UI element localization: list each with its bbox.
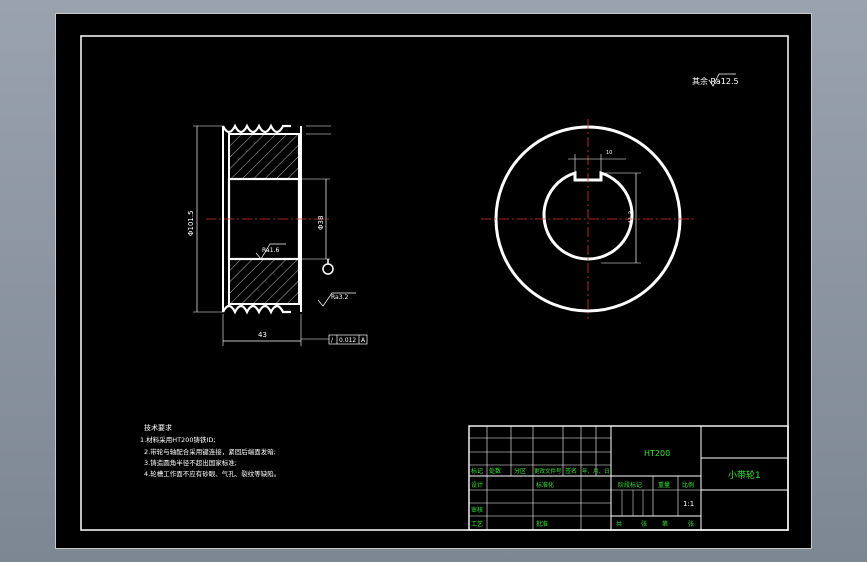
bore-finish: Ra1.6: [262, 247, 279, 254]
upper-grooves: [222, 123, 291, 134]
datum-symbol: [322, 263, 334, 275]
pulley-front-view: 10 41.3: [481, 119, 696, 319]
svg-text:0.012: 0.012: [339, 337, 356, 344]
svg-text:张: 张: [688, 520, 694, 528]
tech-req-heading: 技术要求: [144, 423, 172, 432]
svg-text:比例: 比例: [682, 481, 694, 489]
tolerance-frame: / 0.012 A: [301, 334, 368, 345]
svg-text:A: A: [361, 337, 366, 344]
keyway-depth-dim: 41.3: [628, 210, 635, 224]
outer-diameter-dim: Φ101.5: [187, 210, 195, 236]
cad-viewport[interactable]: 其余 Ra12.5 Φ101.5 Φ38 Ra1.6 Ra3.2 43 / 0.…: [55, 13, 812, 549]
svg-text:标记: 标记: [471, 467, 483, 475]
tech-req-item: 4.轮槽工作面不应有砂眼、气孔、裂纹等缺陷。: [144, 469, 280, 478]
width-dim: 43: [258, 331, 267, 339]
svg-text:处数: 处数: [489, 467, 501, 475]
svg-text:设计: 设计: [471, 481, 483, 489]
pulley-section-view: Φ101.5 Φ38 Ra1.6 Ra3.2 43 / 0.012 A: [187, 123, 368, 346]
bore-diameter-dim: Φ38: [317, 216, 325, 230]
svg-text:/: /: [331, 337, 334, 344]
scale-value: 1:1: [683, 500, 694, 508]
tech-req-item: 2.带轮与轴配合采用键连接，紧固后端面发暗;: [144, 447, 276, 456]
lower-grooves: [222, 304, 291, 315]
svg-text:标准化: 标准化: [536, 481, 554, 489]
tech-req-item: 3.铸造圆角半径不超出国家标准;: [144, 458, 237, 467]
svg-text:年、月、日: 年、月、日: [582, 467, 610, 475]
roughness-note-text: 其余 Ra12.5: [692, 76, 739, 86]
svg-text:第: 第: [662, 520, 668, 528]
tech-req-item: 1.材料采用HT200铸铁ID;: [140, 435, 216, 444]
keyway-width-dim: 10: [606, 150, 612, 156]
groove-finish: Ra3.2: [331, 294, 348, 301]
roughness-note: 其余 Ra12.5: [692, 73, 739, 87]
svg-text:阶段标记: 阶段标记: [618, 481, 642, 489]
svg-text:重量: 重量: [658, 481, 670, 489]
svg-text:审核: 审核: [471, 506, 483, 514]
svg-text:共: 共: [616, 520, 622, 528]
svg-text:签名: 签名: [565, 467, 577, 475]
upper-rim-section: [228, 133, 300, 180]
technical-requirements: 技术要求 1.材料采用HT200铸铁ID; 2.带轮与轴配合采用键连接，紧固后端…: [140, 423, 280, 478]
svg-text:张: 张: [641, 520, 647, 528]
svg-text:批准: 批准: [536, 520, 548, 528]
svg-text:分区: 分区: [514, 467, 526, 475]
lower-rim-section: [228, 258, 300, 305]
material-label: HT200: [644, 449, 670, 458]
engineering-drawing: 其余 Ra12.5 Φ101.5 Φ38 Ra1.6 Ra3.2 43 / 0.…: [80, 35, 789, 531]
svg-text:工艺: 工艺: [471, 520, 483, 528]
svg-text:更改文件号: 更改文件号: [534, 467, 562, 475]
part-name: 小带轮1: [728, 469, 761, 481]
